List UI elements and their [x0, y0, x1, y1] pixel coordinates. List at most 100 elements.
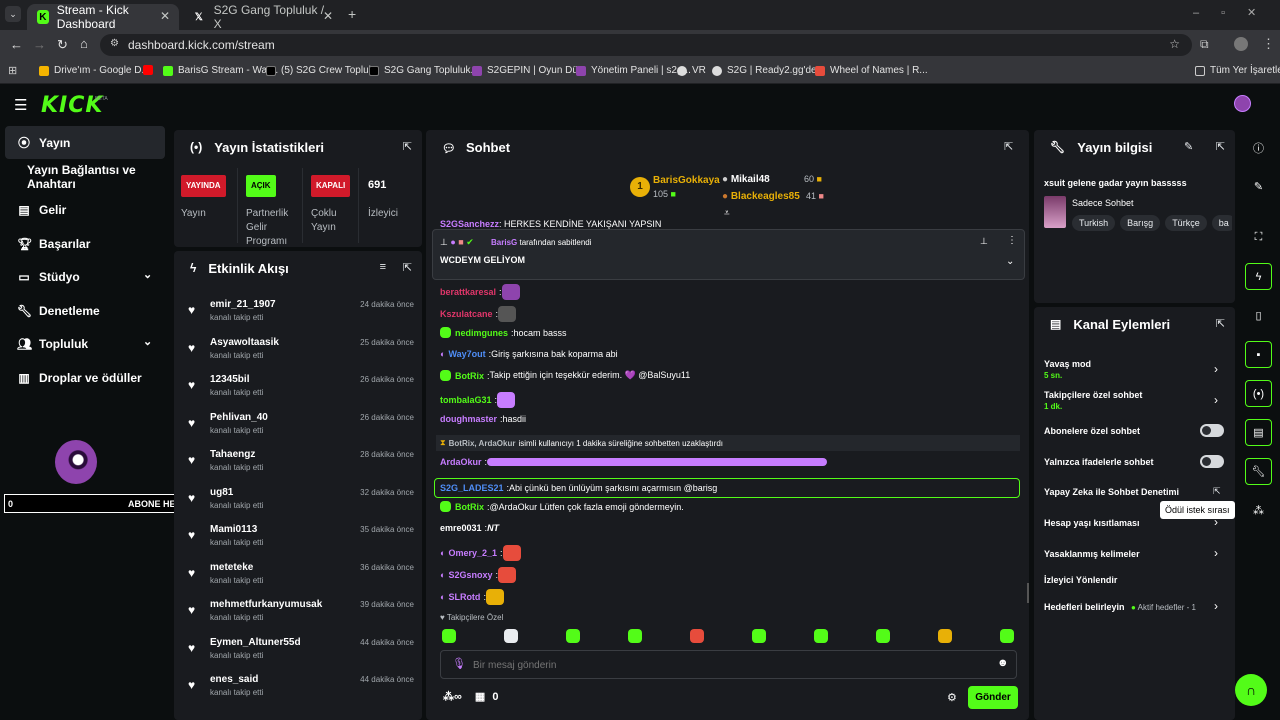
tag-chip[interactable]: Türkçe [1165, 215, 1207, 231]
rewards-icon[interactable]: ⁂∞ [443, 691, 462, 703]
chevron-right-icon[interactable]: › [1214, 393, 1218, 407]
profile-avatar[interactable] [1234, 37, 1248, 51]
emote-button[interactable] [752, 629, 766, 643]
reward-queue-icon[interactable]: ⁂ [1245, 497, 1272, 524]
chat-username[interactable]: BotRix [455, 371, 484, 381]
action-account-age[interactable]: Hesap yaşı kısıtlaması [1044, 518, 1140, 528]
extensions-icon[interactable]: ⧉ [1200, 37, 1209, 52]
bookmark-item[interactable]: (5) S2G Crew Toplul... [266, 65, 379, 76]
follower-name[interactable]: emir_21_1907 [210, 299, 276, 310]
sidebar-item-yayin[interactable]: ⦿ Yayın [5, 126, 165, 159]
chat-username[interactable]: Kszulatcane [440, 309, 493, 319]
emote-button[interactable] [814, 629, 828, 643]
apps-grid-icon[interactable]: ⊞ [8, 64, 17, 77]
follower-name[interactable]: Mami0113 [210, 524, 257, 535]
site-info-icon[interactable]: ⚙ [110, 38, 119, 49]
store-icon[interactable]: ▦ [475, 691, 485, 703]
close-tab-icon[interactable]: ✕ [323, 9, 333, 23]
chat-username[interactable]: berattkaresal [440, 287, 496, 297]
emote-button[interactable] [628, 629, 642, 643]
support-button[interactable]: ∩ [1235, 674, 1267, 706]
chat-bubble-icon[interactable]: ▪ [1245, 341, 1272, 368]
action-raid[interactable]: İzleyici Yönlendir [1044, 575, 1117, 585]
crop-icon[interactable]: ⛶ [1245, 224, 1272, 251]
tag-chip[interactable]: Barışg [1120, 215, 1161, 231]
edit-icon[interactable]: ✎ [1184, 140, 1193, 153]
follower-name[interactable]: mehmetfurkanyumusak [210, 599, 322, 610]
bookmark-item[interactable]: Yönetim Paneli | s2g... [576, 65, 691, 76]
chat-username[interactable]: nedimgunes [455, 328, 508, 338]
all-bookmarks[interactable]: Tüm Yer İşaretleri [1195, 65, 1280, 76]
tag-chip[interactable]: ba [1211, 215, 1232, 231]
chevron-down-icon[interactable]: ⌄ [1006, 256, 1014, 267]
tab-list-button[interactable]: ⌄ [5, 6, 21, 22]
new-tab-button[interactable]: + [348, 6, 356, 22]
emoji-picker-icon[interactable]: ☻ [997, 657, 1009, 669]
bookmark-item[interactable]: Drive'ım - Google D... [39, 65, 150, 76]
info-icon[interactable]: ⓘ [1245, 134, 1272, 161]
home-icon[interactable]: ⌂ [80, 36, 88, 51]
popout-icon[interactable]: ⇱ [1216, 140, 1225, 153]
reload-icon[interactable]: ↻ [57, 37, 68, 53]
follower-name[interactable]: Eymen_Altuner55d [210, 637, 301, 648]
sidebar-item-studyo[interactable]: ▭ Stüdyo ⌄ [5, 260, 165, 293]
back-icon[interactable]: ← [10, 37, 23, 52]
emote-button[interactable] [1000, 629, 1014, 643]
bookmark-item[interactable]: S2GEPIN | Oyun Dü... [472, 65, 586, 76]
action-slow-mode[interactable]: Yavaş mod 5 sn. [1044, 359, 1091, 380]
emote-button[interactable] [876, 629, 890, 643]
chat-username[interactable]: S2G_LADES21 [440, 483, 504, 493]
chat-username[interactable]: Omery_2_1 [448, 548, 497, 558]
follower-name[interactable]: Tahaengz [210, 449, 255, 460]
chat-username[interactable]: emre0031 [440, 523, 482, 533]
bookmark-item[interactable]: S2G Gang Topluluk... [369, 65, 479, 76]
popout-icon[interactable]: ⇱ [403, 261, 412, 274]
follower-name[interactable]: meteteke [210, 562, 253, 573]
bookmark-item[interactable]: VR [677, 65, 706, 76]
emote-button[interactable] [442, 629, 456, 643]
tab-x-community[interactable]: 𝕏 S2G Gang Topluluk / X ✕ [182, 3, 342, 31]
popout-icon[interactable]: ⇱ [1004, 140, 1013, 153]
url-input[interactable]: ⚙ dashboard.kick.com/stream ☆ [100, 34, 1192, 56]
chat-username[interactable]: BotRix, ArdaOkur [449, 439, 516, 448]
user-avatar[interactable] [1234, 95, 1251, 112]
popout-icon[interactable]: ⇱ [1216, 317, 1225, 330]
sidebar-item-topluluk[interactable]: 👥︎ Topluluk ⌄ [5, 327, 165, 360]
hamburger-menu-icon[interactable]: ☰ [14, 96, 27, 114]
chevron-right-icon[interactable]: › [1214, 546, 1218, 560]
bookmark-item[interactable]: S2G | Ready2.gg'de... [712, 65, 825, 76]
broadcast-icon[interactable]: (•) [1245, 380, 1272, 407]
forward-icon[interactable]: → [33, 37, 46, 52]
popout-icon[interactable]: ⇱ [403, 140, 412, 153]
wrench-icon[interactable]: 🔧︎ [1245, 458, 1272, 485]
emote-button[interactable] [566, 629, 580, 643]
bookmark-item[interactable]: BarisG Stream - Wat... [163, 65, 278, 76]
follower-name[interactable]: ug81 [210, 487, 233, 498]
sidebar-item-stream-key[interactable]: Yayın Bağlantısı ve Anahtarı [5, 160, 165, 193]
document-icon[interactable]: ▯ [1245, 302, 1272, 329]
follower-name[interactable]: 12345bil [210, 374, 249, 385]
external-link-icon[interactable]: ⇱ [1213, 486, 1221, 497]
emote-button[interactable] [938, 629, 952, 643]
microphone-icon[interactable]: 🎙︎ [452, 657, 466, 670]
chat-username[interactable]: tombalaG31 [440, 395, 492, 405]
chevron-right-icon[interactable]: › [1214, 362, 1218, 376]
action-banned-words[interactable]: Yasaklanmış kelimeler [1044, 549, 1140, 559]
chevron-right-icon[interactable]: › [1214, 599, 1218, 613]
action-ai-moderation[interactable]: Yapay Zeka ile Sohbet Denetimi [1044, 487, 1179, 497]
send-button[interactable]: Gönder [968, 686, 1018, 709]
unpin-icon[interactable]: ⊥ [980, 236, 988, 247]
tag-chip[interactable]: Turkish [1072, 215, 1116, 231]
chat-message-input[interactable] [473, 656, 973, 674]
chat-username[interactable]: BotRix [455, 502, 484, 512]
follower-name[interactable]: enes_said [210, 674, 258, 685]
chat-scrollbar[interactable] [1027, 583, 1029, 603]
leaderboard-toggle-icon[interactable]: ⩡ [724, 208, 730, 219]
action-followers-only[interactable]: Takipçilere özel sohbet 1 dk. [1044, 390, 1142, 411]
bookmark-star-icon[interactable]: ☆ [1169, 37, 1180, 51]
follower-name[interactable]: Pehlivan_40 [210, 412, 268, 423]
window-controls[interactable]: –▫✕ [1193, 6, 1278, 19]
close-tab-icon[interactable]: ✕ [160, 9, 170, 23]
sidebar-item-basarilar[interactable]: 🏆︎ Başarılar [5, 227, 165, 260]
filter-icon[interactable]: ≡ [380, 261, 386, 273]
